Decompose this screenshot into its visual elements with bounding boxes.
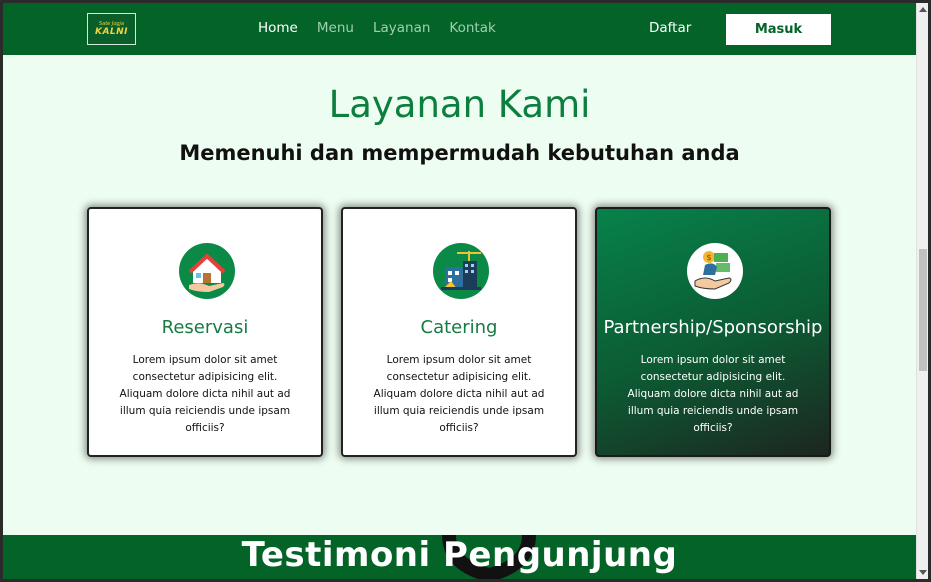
register-link[interactable]: Daftar — [649, 20, 691, 36]
section-title: Layanan Kami — [328, 83, 591, 126]
login-button[interactable]: Masuk — [726, 14, 831, 45]
testimoni-section: Testimoni Pengunjung — [3, 535, 916, 579]
scrollbar-thumb[interactable] — [919, 249, 927, 371]
nav-link-layanan[interactable]: Layanan — [373, 20, 430, 36]
vertical-scrollbar[interactable] — [916, 3, 928, 579]
nav-link-kontak[interactable]: Kontak — [449, 20, 495, 36]
testimoni-title: Testimoni Pengunjung — [241, 535, 678, 575]
nav-link-home[interactable]: Home — [258, 20, 298, 36]
section-subtitle: Memenuhi dan mempermudah kebutuhan anda — [179, 141, 740, 165]
nav-link-menu[interactable]: Menu — [317, 20, 354, 36]
card-description: Lorem ipsum dolor sit amet consectetur a… — [373, 354, 545, 434]
scroll-up-icon[interactable] — [919, 7, 927, 12]
logo[interactable]: Sate Jogja KALNI — [87, 13, 136, 45]
scroll-down-icon[interactable] — [919, 570, 927, 575]
card-description: Lorem ipsum dolor sit amet consectetur a… — [119, 354, 291, 434]
card-description: Lorem ipsum dolor sit amet consectetur a… — [627, 354, 799, 434]
service-card-catering[interactable]: Catering Lorem ipsum dolor sit amet cons… — [341, 207, 577, 457]
service-card-reservasi[interactable]: Reservasi Lorem ipsum dolor sit amet con… — [87, 207, 323, 457]
card-title: Partnership/Sponsorship — [603, 317, 823, 338]
page: Sate Jogja KALNI Home Menu Layanan Konta… — [3, 3, 916, 579]
navbar: Sate Jogja KALNI Home Menu Layanan Konta… — [3, 3, 916, 55]
card-title: Catering — [420, 317, 498, 338]
buildings-crane-icon — [433, 243, 489, 299]
house-hand-icon — [179, 243, 235, 299]
nav-links: Home Menu Layanan Kontak — [258, 20, 515, 36]
money-hand-icon: $ — [687, 243, 743, 299]
service-card-partnership[interactable]: $ Partnership/Sponsorship Lorem ipsum do… — [595, 207, 831, 457]
card-title: Reservasi — [161, 317, 249, 338]
logo-wordmark: KALNI — [94, 27, 129, 37]
svg-text:$: $ — [707, 253, 712, 262]
